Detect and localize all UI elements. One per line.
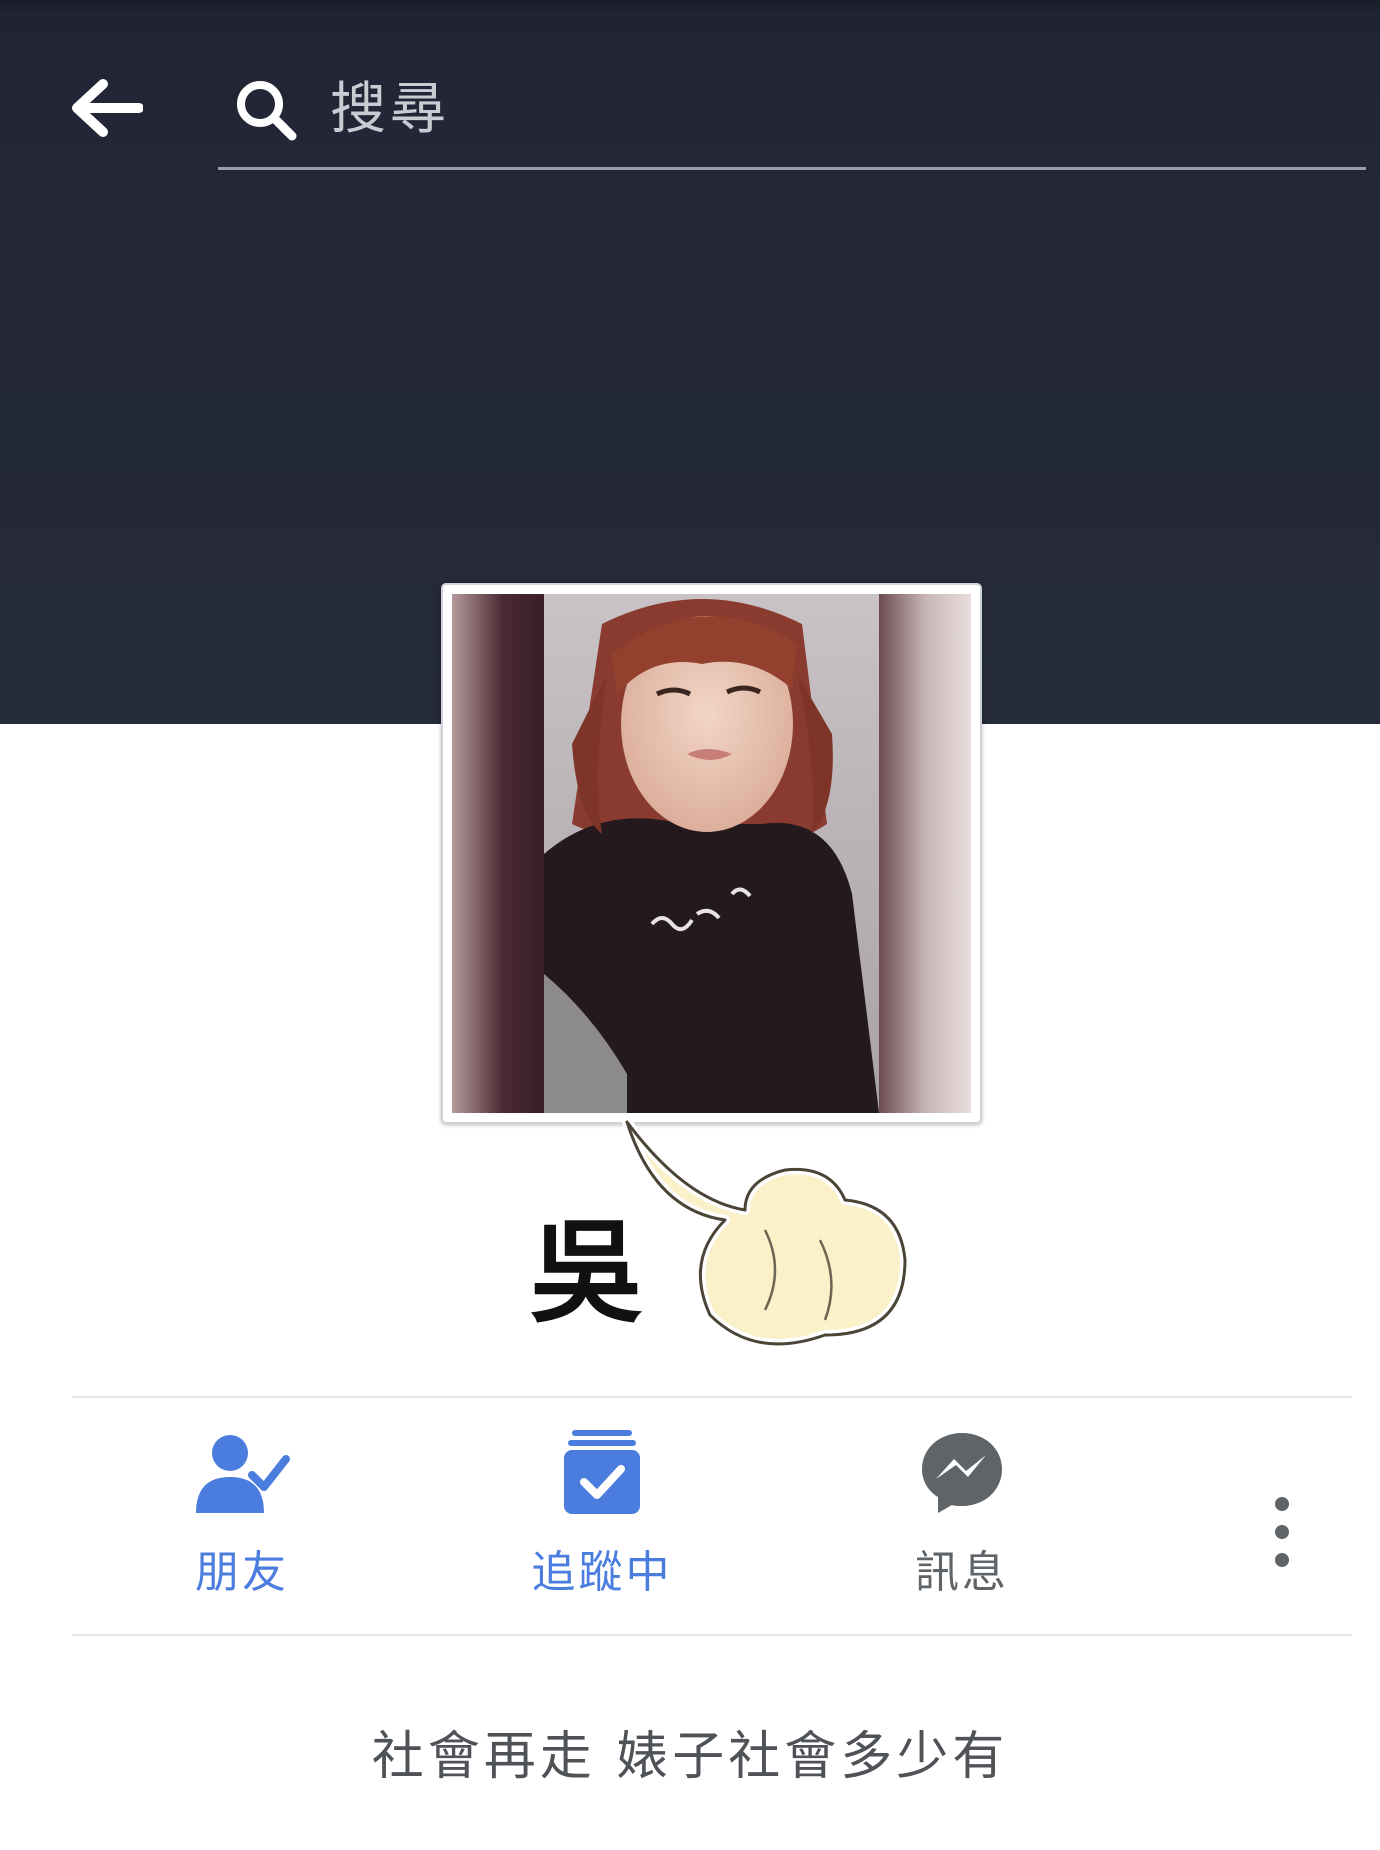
following-label: 追蹤中 — [531, 1547, 673, 1598]
following-check-icon — [564, 1430, 640, 1514]
profile-page: 搜尋 吳 朋友 追蹤中 訊息 社會再走 婊子社會多少有 — [0, 0, 1380, 1850]
top-bar: 搜尋 — [0, 0, 1380, 190]
friends-check-icon — [196, 1435, 290, 1513]
divider-bottom — [72, 1634, 1352, 1636]
name-sticker-image — [622, 1117, 910, 1349]
search-icon — [237, 81, 297, 141]
profile-action-bar: 朋友 追蹤中 訊息 — [72, 1397, 1352, 1633]
search-input[interactable]: 搜尋 — [218, 58, 1366, 170]
message-label: 訊息 — [915, 1547, 1009, 1598]
profile-picture[interactable] — [441, 583, 982, 1124]
more-options-button[interactable] — [1242, 1477, 1322, 1587]
following-button[interactable]: 追蹤中 — [492, 1427, 712, 1607]
back-button[interactable] — [50, 60, 160, 156]
message-button[interactable]: 訊息 — [852, 1427, 1072, 1607]
search-placeholder: 搜尋 — [330, 77, 450, 142]
profile-bio: 社會再走 婊子社會多少有 — [371, 1727, 1009, 1787]
back-arrow-icon — [72, 79, 143, 137]
friends-label: 朋友 — [195, 1547, 289, 1598]
friends-button[interactable]: 朋友 — [132, 1427, 352, 1607]
profile-photo-image — [452, 594, 971, 1113]
more-vertical-icon — [1275, 1497, 1289, 1567]
messenger-icon — [922, 1433, 1002, 1513]
